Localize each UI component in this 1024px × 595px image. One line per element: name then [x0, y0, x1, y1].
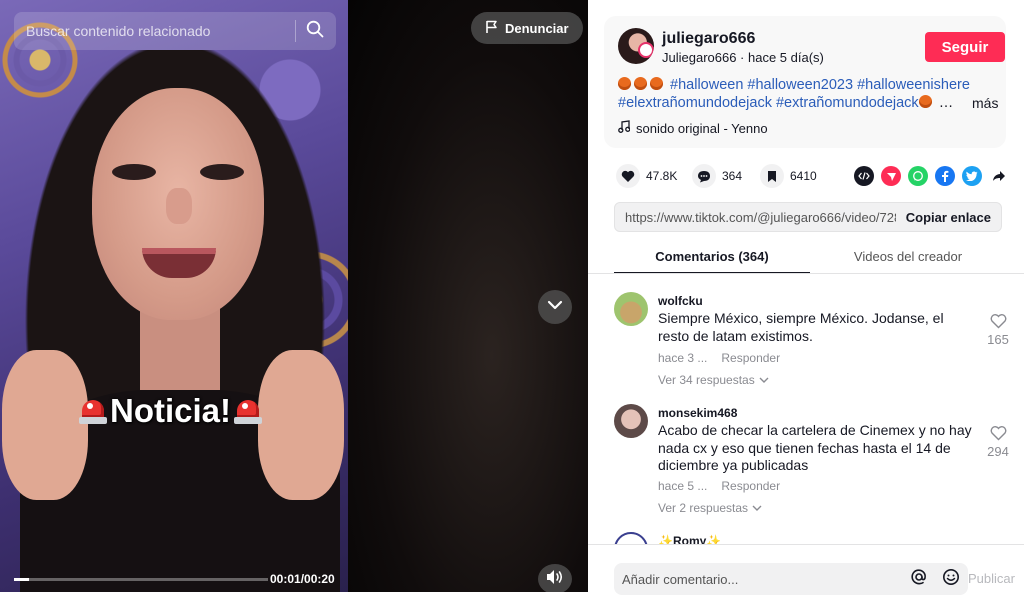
like-action[interactable]: 47.8K	[616, 164, 677, 188]
comment-like-count: 294	[987, 444, 1009, 459]
comment-avatar[interactable]	[614, 532, 648, 544]
embed-code-icon[interactable]	[854, 166, 874, 186]
heart-outline-icon	[990, 426, 1007, 444]
sound-info[interactable]: sonido original - Yenno	[618, 120, 768, 136]
video-person-hand-left	[2, 350, 88, 500]
comment-like[interactable]: 294	[984, 426, 1012, 459]
copy-link-button[interactable]: Copiar enlace	[906, 210, 991, 225]
follow-button[interactable]: Seguir	[925, 32, 1005, 62]
pumpkin-emoji-icon	[918, 95, 932, 108]
comment-time: hace 3 ...	[658, 351, 708, 365]
volume-icon	[546, 569, 564, 590]
facebook-icon[interactable]	[935, 166, 955, 186]
comment-text: Siempre México, siempre México. Jodanse,…	[658, 310, 944, 344]
related-search-input[interactable]	[26, 23, 285, 39]
video-link-url: https://www.tiktok.com/@juliegaro666/vid…	[625, 209, 896, 225]
comment-avatar[interactable]	[614, 404, 648, 438]
comment-like[interactable]: 165	[984, 314, 1012, 347]
comment-compose-bar: Publicar	[588, 544, 1024, 595]
chevron-down-icon	[752, 501, 762, 515]
comment-like-count: 165	[987, 332, 1009, 347]
video-progress-bar[interactable]	[14, 578, 268, 581]
author-username[interactable]: juliegaro666	[662, 30, 755, 48]
send-to-friends-icon[interactable]	[881, 166, 901, 186]
reply-button[interactable]: Responder	[721, 351, 780, 365]
comment-meta: hace 3 ... Responder	[658, 351, 780, 365]
volume-button[interactable]	[538, 564, 572, 592]
comment-meta: hace 5 ... Responder	[658, 479, 780, 493]
comment-input[interactable]	[622, 571, 910, 587]
flag-icon	[485, 20, 499, 37]
view-replies-link[interactable]: Ver 2 respuestas	[658, 501, 762, 515]
video-person-face	[92, 88, 264, 320]
comment-text: Acabo de checar la cartelera de Cinemex …	[658, 422, 972, 473]
comment-count: 364	[722, 169, 743, 183]
comment-username[interactable]: ✨Romy✨	[658, 534, 721, 544]
comment-time: hace 5 ...	[658, 479, 708, 493]
emoji-icon[interactable]	[942, 568, 960, 591]
save-action[interactable]: 6410	[760, 164, 817, 188]
post-comment-button[interactable]: Publicar	[968, 571, 1015, 586]
view-replies-link[interactable]: Ver 34 respuestas	[658, 373, 769, 387]
search-icon[interactable]	[306, 20, 324, 43]
comment-username[interactable]: wolfcku	[658, 294, 703, 308]
music-note-icon	[618, 120, 631, 136]
hashtags-line-2[interactable]: #elextrañomundodejack #extrañomundodejac…	[618, 95, 919, 111]
overlay-text: Noticia!	[110, 392, 232, 429]
comment-list[interactable]: wolfcku Siempre México, siempre México. …	[588, 274, 1024, 544]
view-replies-label: Ver 34 respuestas	[658, 373, 755, 387]
video-description: #halloween #halloween2023 #halloweenishe…	[618, 77, 999, 112]
comment-input-box[interactable]	[614, 563, 968, 595]
video-link-field[interactable]: https://www.tiktok.com/@juliegaro666/vid…	[614, 202, 1002, 232]
comment-avatar[interactable]	[614, 292, 648, 326]
author-subtitle: Juliegaro666 · hace 5 día(s)	[662, 50, 824, 65]
panel-tabs: Comentarios (364) Videos del creador	[614, 240, 1024, 274]
chevron-down-icon	[759, 373, 769, 387]
next-video-button[interactable]	[538, 290, 572, 324]
chevron-down-icon	[546, 296, 564, 319]
share-arrow-icon[interactable]	[989, 166, 1009, 186]
pumpkin-emoji-icon	[650, 77, 663, 90]
more-link[interactable]: más	[972, 94, 998, 112]
action-bar: 47.8K 364 6410	[616, 164, 1016, 188]
video-time: 00:01/00:20	[270, 572, 335, 586]
hashtags-line-1[interactable]: #halloween #halloween2023 #halloweenishe…	[670, 77, 970, 93]
sound-label: sonido original - Yenno	[636, 120, 768, 136]
heart-outline-icon	[990, 314, 1007, 332]
video-person-hand-right	[258, 350, 344, 500]
author-info-card: juliegaro666 Juliegaro666 · hace 5 día(s…	[604, 16, 1006, 148]
twitter-icon[interactable]	[962, 166, 982, 186]
video-progress-fill	[14, 578, 30, 581]
video-overlay-caption: Noticia!	[78, 392, 263, 430]
avatar[interactable]	[618, 28, 654, 64]
comment-action[interactable]: 364	[692, 164, 742, 188]
search-divider	[295, 20, 296, 42]
view-replies-label: Ver 2 respuestas	[658, 501, 749, 515]
save-count: 6410	[790, 169, 817, 183]
reply-button[interactable]: Responder	[721, 479, 780, 493]
mention-icon[interactable]	[910, 568, 928, 591]
pumpkin-emoji-icon	[618, 77, 631, 90]
heart-icon	[616, 164, 640, 188]
like-count: 47.8K	[646, 169, 678, 183]
bookmark-icon	[760, 164, 784, 188]
tab-comments[interactable]: Comentarios (364)	[614, 240, 810, 274]
report-label: Denunciar	[505, 20, 569, 36]
pumpkin-emoji-icon	[634, 77, 647, 90]
comment-username[interactable]: monsekim468	[658, 406, 737, 420]
report-button[interactable]: Denunciar	[471, 12, 583, 44]
tab-creator-videos[interactable]: Videos del creador	[810, 240, 1006, 274]
related-search-box[interactable]	[14, 12, 336, 50]
siren-icon	[233, 396, 263, 426]
whatsapp-icon[interactable]	[908, 166, 928, 186]
comment-bubble-icon	[692, 164, 716, 188]
video-player[interactable]: Denunciar Noticia! 00:01/00:20	[0, 0, 588, 592]
video-detail-panel: juliegaro666 Juliegaro666 · hace 5 día(s…	[588, 0, 1024, 595]
siren-icon	[78, 396, 108, 426]
